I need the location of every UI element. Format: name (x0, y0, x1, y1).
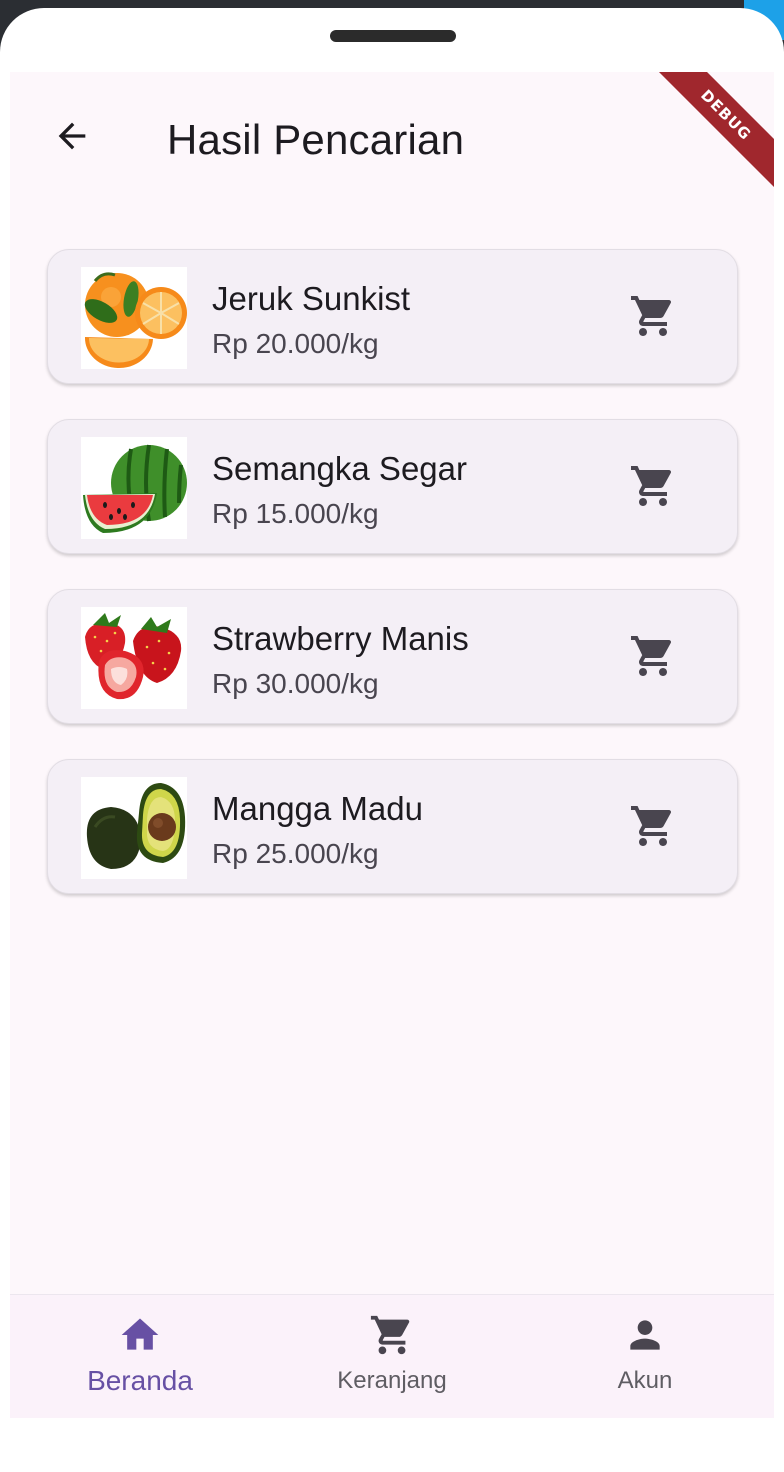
shopping-cart-icon (631, 636, 672, 676)
product-image-orange (81, 267, 187, 369)
add-to-cart-button[interactable] (627, 460, 679, 512)
shopping-cart-icon (631, 296, 672, 336)
nav-item-beranda[interactable]: Beranda (40, 1295, 240, 1418)
home-icon (114, 1309, 166, 1361)
product-image-watermelon (81, 437, 187, 539)
back-button[interactable] (46, 110, 98, 162)
product-name: Strawberry Manis (212, 620, 469, 657)
product-image-strawberry (81, 607, 187, 709)
product-name: Mangga Madu (212, 790, 423, 827)
add-to-cart-button[interactable] (627, 630, 679, 682)
cart-icon (366, 1309, 418, 1361)
add-to-cart-button[interactable] (627, 290, 679, 342)
product-card[interactable]: Semangka Segar Rp 15.000/kg (47, 419, 738, 554)
product-name: Semangka Segar (212, 450, 467, 487)
nav-item-akun[interactable]: Akun (545, 1295, 745, 1418)
device-notch (330, 30, 456, 42)
shopping-cart-icon (631, 466, 672, 506)
add-to-cart-button[interactable] (627, 800, 679, 852)
app-screen: Hasil Pencarian DEBUG Jeruk Sunkist Rp 2… (10, 72, 774, 1418)
nav-label-akun: Akun (617, 1367, 673, 1394)
page-title: Hasil Pencarian (167, 116, 465, 163)
search-results-list: Jeruk Sunkist Rp 20.000/kg Semangka Sega… (47, 249, 738, 929)
nav-item-keranjang[interactable]: Keranjang (292, 1295, 492, 1418)
device-frame: Hasil Pencarian DEBUG Jeruk Sunkist Rp 2… (0, 8, 784, 1472)
product-price: Rp 20.000/kg (212, 328, 379, 359)
bottom-navigation-bar: Beranda Keranjang Akun (10, 1294, 774, 1418)
shopping-cart-icon (631, 806, 672, 846)
product-card[interactable]: Mangga Madu Rp 25.000/kg (47, 759, 738, 894)
arrow-back-icon (58, 122, 86, 150)
product-image-avocado (81, 777, 187, 879)
product-price: Rp 25.000/kg (212, 838, 379, 869)
product-name: Jeruk Sunkist (212, 280, 411, 317)
app-bar: Hasil Pencarian (10, 72, 774, 212)
person-icon (619, 1309, 671, 1361)
nav-label-keranjang: Keranjang (337, 1367, 447, 1394)
product-card[interactable]: Strawberry Manis Rp 30.000/kg (47, 589, 738, 724)
product-card[interactable]: Jeruk Sunkist Rp 20.000/kg (47, 249, 738, 384)
product-price: Rp 15.000/kg (212, 498, 379, 529)
product-price: Rp 30.000/kg (212, 668, 379, 699)
nav-label-beranda: Beranda (87, 1365, 193, 1396)
